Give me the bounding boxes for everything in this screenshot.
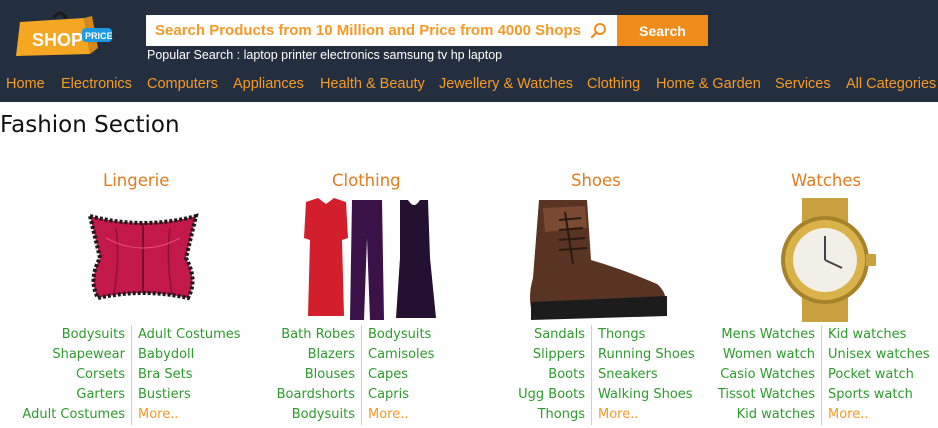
category-link[interactable]: Slippers [508,345,585,365]
category-link[interactable]: Tissot Watches [712,385,815,405]
watches-links-right: Kid watches Unisex watches Pocket watch … [822,325,938,425]
category-link[interactable]: Adult Costumes [20,405,125,425]
shoes-links-right: Thongs Running Shoes Sneakers Walking Sh… [592,325,708,425]
clothing-links-right: Bodysuits Camisoles Capes Capris More.. [362,325,462,425]
more-link[interactable]: More.. [828,405,938,425]
category-link[interactable]: Sports watch [828,385,938,405]
main-nav: Home Electronics Computers Appliances He… [0,70,938,100]
category-link[interactable]: Camisoles [368,345,462,365]
lingerie-links-left: Bodysuits Shapewear Corsets Garters Adul… [20,325,132,425]
lingerie-links-right: Adult Costumes Babydoll Bra Sets Bustier… [132,325,252,425]
category-link[interactable]: Bodysuits [368,325,462,345]
category-title-shoes[interactable]: Shoes [571,171,621,190]
nav-appliances[interactable]: Appliances [233,76,304,92]
category-title-lingerie[interactable]: Lingerie [103,171,169,190]
category-link[interactable]: Ugg Boots [508,385,585,405]
popular-term-electronics[interactable]: electronics [320,48,380,62]
category-link[interactable]: Casio Watches [712,365,815,385]
category-link[interactable]: Garters [20,385,125,405]
search-button[interactable]: Search [617,15,708,46]
clothing-image[interactable] [296,198,441,326]
category-link[interactable]: Bodysuits [20,325,125,345]
category-link[interactable]: Corsets [20,365,125,385]
boot-image[interactable] [525,198,670,326]
popular-term-laptop[interactable]: laptop [244,48,278,62]
category-link[interactable]: Bustiers [138,385,252,405]
category-link[interactable]: Thongs [508,405,585,425]
search-input[interactable] [146,15,617,46]
category-link[interactable]: Blouses [270,365,355,385]
corset-image[interactable] [76,198,210,322]
category-link[interactable]: Boots [508,365,585,385]
clothing-links-left: Bath Robes Blazers Blouses Boardshorts B… [270,325,362,425]
category-link[interactable]: Sneakers [598,365,708,385]
category-link[interactable]: Bath Robes [270,325,355,345]
nav-all-categories[interactable]: All Categories [846,76,936,92]
nav-computers[interactable]: Computers [147,76,218,92]
nav-jewellery-watches[interactable]: Jewellery & Watches [439,76,573,92]
site-header: SHOP PRICE Search Popular Search : lapto… [0,0,938,102]
popular-search: Popular Search : laptop printer electron… [147,48,502,62]
search-icon[interactable] [589,21,609,41]
category-link[interactable]: Mens Watches [712,325,815,345]
page-title: Fashion Section [0,112,180,138]
category-link[interactable]: Babydoll [138,345,252,365]
logo-badge: PRICE [85,31,113,41]
category-link[interactable]: Adult Costumes [138,325,252,345]
logo-text: SHOP [32,30,83,50]
category-link[interactable]: Bodysuits [270,405,355,425]
nav-home[interactable]: Home [6,76,45,92]
category-link[interactable]: Women watch [712,345,815,365]
shoes-links-left: Sandals Slippers Boots Ugg Boots Thongs [508,325,592,425]
more-link[interactable]: More.. [368,405,462,425]
category-title-watches[interactable]: Watches [791,171,861,190]
popular-term-printer[interactable]: printer [281,48,316,62]
search-bar: Search [146,15,708,46]
popular-term-hp-laptop[interactable]: hp laptop [451,48,502,62]
category-link[interactable]: Capris [368,385,462,405]
nav-health-beauty[interactable]: Health & Beauty [320,76,425,92]
popular-search-label: Popular Search : [147,48,241,62]
watches-links-left: Mens Watches Women watch Casio Watches T… [712,325,822,425]
nav-clothing[interactable]: Clothing [587,76,640,92]
category-title-clothing[interactable]: Clothing [332,171,401,190]
category-link[interactable]: Unisex watches [828,345,938,365]
nav-electronics[interactable]: Electronics [61,76,132,92]
category-link[interactable]: Boardshorts [270,385,355,405]
category-link[interactable]: Bra Sets [138,365,252,385]
category-link[interactable]: Kid watches [828,325,938,345]
category-link[interactable]: Shapewear [20,345,125,365]
watch-image[interactable] [762,198,888,326]
category-link[interactable]: Thongs [598,325,708,345]
category-link[interactable]: Blazers [270,345,355,365]
nav-home-garden[interactable]: Home & Garden [656,76,761,92]
category-link[interactable]: Kid watches [712,405,815,425]
nav-services[interactable]: Services [775,76,831,92]
category-link[interactable]: Running Shoes [598,345,708,365]
category-link[interactable]: Walking Shoes [598,385,708,405]
more-link[interactable]: More.. [138,405,252,425]
category-link[interactable]: Capes [368,365,462,385]
shopprice-logo[interactable]: SHOP PRICE [14,8,114,60]
more-link[interactable]: More.. [598,405,708,425]
category-link[interactable]: Pocket watch [828,365,938,385]
category-link[interactable]: Sandals [508,325,585,345]
popular-term-samsung-tv[interactable]: samsung tv [383,48,447,62]
